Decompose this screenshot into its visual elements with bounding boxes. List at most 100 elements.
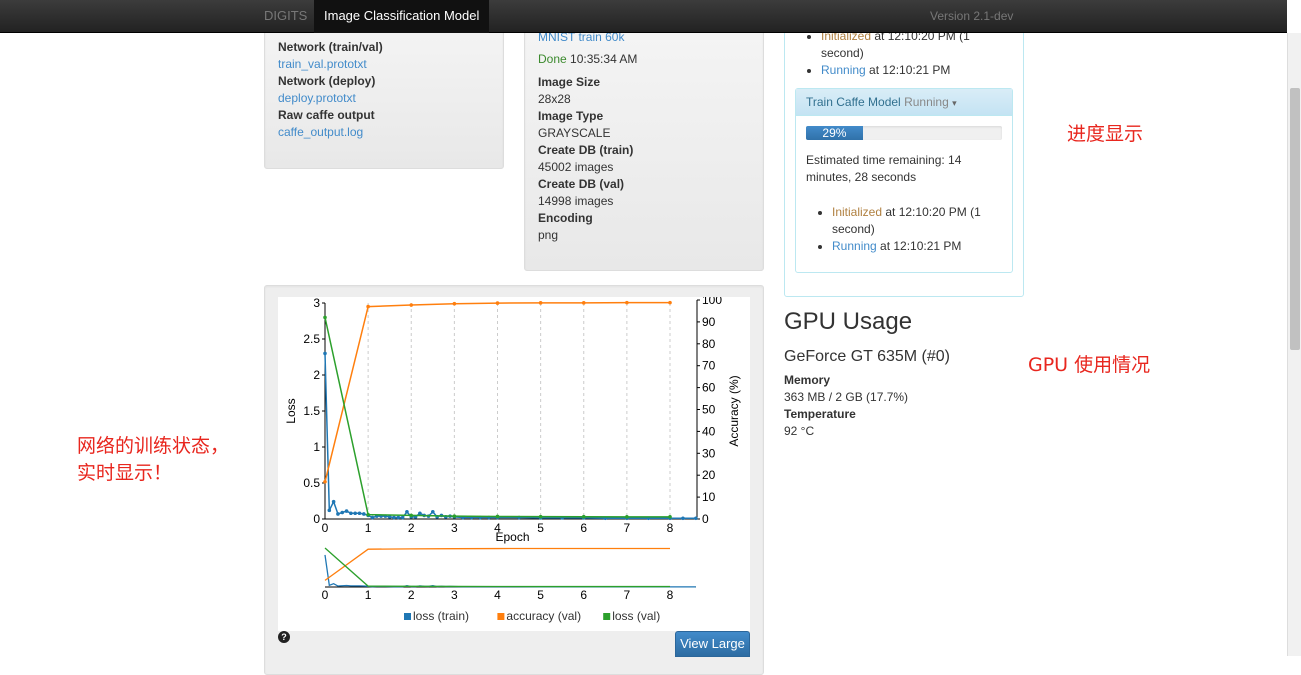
legend-swatch [404, 613, 411, 620]
view-large-button[interactable]: View Large [675, 631, 750, 657]
gpu-device: GeForce GT 635M (#0) [784, 348, 950, 365]
data-point [452, 514, 457, 518]
task-status: Running [904, 95, 949, 109]
y-tick-label: 2 [313, 368, 320, 382]
data-point [370, 515, 375, 520]
job-events-list: Initialized at 12:10:20 PM (1 second) Ru… [795, 28, 1010, 79]
gpu-heading: GPU Usage [784, 308, 913, 335]
data-point [336, 512, 340, 516]
x-tick-label: 5 [537, 521, 544, 535]
mini-x-tick-label: 7 [624, 588, 631, 602]
data-point [362, 512, 366, 516]
y2-tick-label: 80 [702, 337, 716, 351]
dataset-info-panel: MNIST train 60k Done 10:35:34 AM Image S… [524, 10, 764, 271]
x-tick-label: 7 [624, 521, 631, 535]
data-point [323, 351, 327, 356]
y-axis-label: Loss [284, 398, 298, 423]
data-point [625, 515, 629, 519]
scrollbar-thumb[interactable] [1290, 88, 1300, 350]
legend-label: loss (val) [612, 609, 660, 623]
x-tick-label: 6 [580, 521, 587, 535]
data-point [694, 516, 698, 521]
mini-x-tick-label: 0 [322, 588, 329, 602]
caret-down-icon: ▾ [952, 98, 957, 108]
series-line-0 [324, 353, 696, 520]
data-point [344, 509, 349, 513]
data-point [495, 514, 500, 519]
temperature-label: Temperature [784, 407, 856, 421]
eta-text: Estimated time remaining: 14 minutes, 28… [806, 153, 962, 184]
data-point [405, 510, 409, 514]
annotation-progress: 进度显示 [1067, 123, 1144, 145]
info-value: 28x28 [538, 92, 571, 106]
data-point [357, 511, 362, 516]
annotation-training-2: 实时显示！ [77, 462, 173, 484]
data-point [681, 516, 685, 521]
train-val-link[interactable]: train_val.prototxt [278, 57, 367, 71]
info-label: Create DB (val) [538, 177, 625, 191]
x-tick-label: 1 [365, 521, 372, 535]
info-value: GRAYSCALE [538, 126, 611, 140]
mini-x-tick-label: 4 [494, 588, 501, 602]
y2-tick-label: 100 [702, 297, 722, 307]
info-value: 14998 images [538, 194, 614, 208]
caffe-output-link[interactable]: caffe_output.log [278, 125, 363, 139]
x-tick-label: 8 [667, 521, 674, 535]
mini-x-tick-label: 8 [667, 588, 674, 602]
mini-series-line-1 [324, 547, 670, 581]
legend-swatch [603, 613, 611, 620]
info-label: Create DB (train) [538, 143, 634, 157]
deploy-link[interactable]: deploy.prototxt [278, 91, 356, 105]
data-point [366, 304, 370, 309]
event-item: Initialized at 12:10:20 PM (1 second) [832, 204, 1006, 238]
y-tick-label: 2.5 [303, 332, 320, 346]
x-tick-label: 2 [408, 521, 415, 535]
info-value: png [538, 228, 559, 242]
data-point [668, 300, 672, 305]
data-point [452, 301, 457, 306]
data-point [392, 515, 396, 520]
data-point [625, 300, 629, 305]
mini-series-line-2 [324, 547, 670, 588]
mini-series-line-0 [324, 554, 696, 588]
data-point [409, 513, 414, 518]
info-label: Network (deploy) [278, 74, 376, 88]
y2-tick-label: 90 [702, 315, 716, 329]
mini-x-tick-label: 1 [365, 588, 372, 602]
data-point [323, 479, 327, 484]
top-navbar: DIGITS Image Classification Model Versio… [0, 0, 1287, 33]
brand-link[interactable]: DIGITS [264, 0, 307, 33]
data-point [323, 315, 327, 320]
question-circle-icon[interactable]: ? [278, 631, 290, 643]
data-point [431, 510, 435, 514]
legend-label: loss (train) [413, 609, 469, 623]
y-tick-label: 0 [313, 512, 320, 526]
info-label: Encoding [538, 211, 593, 225]
data-point [668, 515, 672, 519]
data-point [581, 514, 586, 519]
annotation-training: 网络的训练状态， [77, 435, 230, 457]
info-value: 45002 images [538, 160, 614, 174]
x-axis-label: Epoch [495, 530, 529, 544]
data-point [495, 301, 500, 305]
nav-tab-model[interactable]: Image Classification Model [314, 0, 490, 33]
status-time: 10:35:34 AM [570, 52, 638, 66]
mini-x-tick-label: 5 [537, 588, 544, 602]
mini-x-tick-label: 6 [580, 588, 587, 602]
train-task-panel: Train Caffe Model Running ▾ 29% Estimate… [795, 88, 1013, 273]
annotation-gpu: GPU 使用情况 [1028, 354, 1151, 376]
data-point [327, 508, 332, 513]
scrollbar[interactable] [1287, 33, 1301, 656]
y2-axis-label: Accuracy (%) [727, 375, 741, 446]
mini-x-tick-label: 3 [451, 588, 458, 602]
y2-tick-label: 40 [702, 424, 716, 438]
task-heading[interactable]: Train Caffe Model Running ▾ [796, 89, 1012, 116]
memory-value: 363 MB / 2 GB (17.7%) [784, 390, 909, 404]
task-events-list: Initialized at 12:10:20 PM (1 second) Ru… [806, 204, 1006, 255]
y2-tick-label: 0 [702, 512, 709, 526]
event-item: Running at 12:10:21 PM [832, 238, 1006, 255]
y-tick-label: 1 [313, 440, 320, 454]
legend-swatch [497, 613, 505, 620]
info-label: Image Size [538, 75, 601, 89]
data-point [400, 515, 405, 520]
